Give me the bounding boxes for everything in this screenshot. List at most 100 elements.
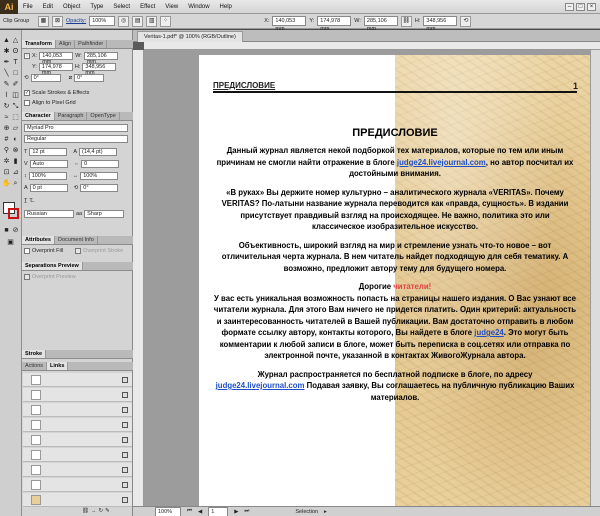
line-tool-icon[interactable]: ╲ <box>2 69 11 78</box>
horizontal-ruler[interactable] <box>144 42 600 50</box>
leading-field[interactable]: (14,4 pt) <box>79 148 118 156</box>
tab-align[interactable]: Align <box>56 40 76 48</box>
document-tab[interactable]: Veritas-1.pdf* @ 100% (RGB/Outline) <box>137 31 243 42</box>
artboard-tool-icon[interactable]: ⊡ <box>2 168 11 177</box>
perspective-grid-icon[interactable]: ▱ <box>11 124 20 133</box>
blog-link[interactable]: judge24.livejournal.com <box>216 381 305 390</box>
tab-attributes[interactable]: Attributes <box>22 236 55 244</box>
link-item[interactable] <box>23 388 132 402</box>
menu-file[interactable]: File <box>18 4 38 10</box>
align-pixel-checkbox[interactable] <box>24 100 30 106</box>
menu-type[interactable]: Type <box>85 4 108 10</box>
blog-link[interactable]: judge24 <box>474 328 503 337</box>
x-field[interactable]: 140,053 mm <box>272 16 307 32</box>
link-item[interactable] <box>23 478 132 492</box>
transform-y-field[interactable]: 174,978 mm <box>38 63 73 76</box>
direct-selection-tool-icon[interactable]: △ <box>11 36 20 45</box>
gradient-tool-icon[interactable]: ◐ <box>11 135 20 144</box>
vertical-scale-field[interactable]: 100% <box>28 172 67 180</box>
antialias-select[interactable]: Sharp <box>84 210 125 218</box>
color-mode-icon[interactable]: ■ <box>2 226 11 235</box>
fill-swatch-icon[interactable]: ⊠ <box>52 15 63 27</box>
menu-view[interactable]: View <box>160 4 183 10</box>
shear-field[interactable]: 0° <box>74 74 105 82</box>
stroke-color-icon[interactable] <box>8 208 19 219</box>
scale-tool-icon[interactable]: ⤡ <box>11 102 20 111</box>
column-graph-icon[interactable]: ▮ <box>11 157 20 166</box>
tab-pathfinder[interactable]: Pathfinder <box>75 40 108 48</box>
reference-point-icon[interactable]: ⁘ <box>24 53 30 59</box>
pen-tool-icon[interactable]: ✒ <box>2 58 11 67</box>
zoom-field[interactable]: 100% <box>155 506 181 516</box>
tab-transform[interactable]: Transform <box>22 40 56 48</box>
link-item[interactable] <box>23 448 132 462</box>
transform-h-field[interactable]: 348,956 mm <box>82 63 117 76</box>
edit-original-icon[interactable]: ✎ <box>105 508 110 514</box>
page-field[interactable]: 1 <box>208 506 229 516</box>
tab-actions[interactable]: Actions <box>22 362 48 370</box>
screen-mode-icon[interactable]: ▣ <box>6 238 15 247</box>
transform-x-field[interactable]: 140,053 mm <box>39 52 74 65</box>
overprint-stroke-checkbox[interactable] <box>75 248 82 254</box>
shape-builder-icon[interactable]: ⊕ <box>2 124 11 133</box>
tab-stroke[interactable]: Stroke <box>22 350 47 358</box>
free-transform-icon[interactable]: ⬚ <box>11 113 20 122</box>
minimize-icon[interactable]: – <box>565 2 574 11</box>
goto-link-icon[interactable]: → <box>91 508 97 514</box>
hand-tool-icon[interactable]: ✋ <box>2 179 11 188</box>
rectangle-tool-icon[interactable]: □ <box>11 69 20 78</box>
baseline-field[interactable]: 0 pt <box>29 184 68 192</box>
tab-character[interactable]: Character <box>22 112 55 120</box>
blob-brush-icon[interactable]: ⌇ <box>2 91 11 100</box>
tab-paragraph[interactable]: Paragraph <box>55 112 88 120</box>
menu-select[interactable]: Select <box>108 4 135 10</box>
mesh-tool-icon[interactable]: # <box>2 135 11 144</box>
reference-point-icon[interactable]: ⁘ <box>160 15 172 27</box>
strikethrough-icon[interactable]: T̶ <box>29 198 32 204</box>
link-icon[interactable]: ⛓ <box>400 15 412 27</box>
font-size-field[interactable]: 12 pt <box>29 148 68 156</box>
link-item[interactable] <box>23 373 132 387</box>
char-rotation-field[interactable]: 0° <box>80 184 119 192</box>
horizontal-scale-field[interactable]: 100% <box>80 172 119 180</box>
slice-tool-icon[interactable]: ⊿ <box>11 168 20 177</box>
opacity-label[interactable]: Opacity: <box>66 18 86 24</box>
warp-tool-icon[interactable]: ≈ <box>2 113 11 122</box>
w-field[interactable]: 285,106 mm <box>363 16 398 32</box>
prev-page-icon[interactable]: ◀ <box>198 509 202 515</box>
vertical-scrollbar[interactable] <box>590 50 600 506</box>
maximize-icon[interactable]: □ <box>576 2 585 11</box>
relink-icon[interactable]: ⛓ <box>82 508 89 514</box>
zoom-tool-icon[interactable]: ⌕ <box>11 179 20 188</box>
eyedropper-icon[interactable]: ⚲ <box>2 146 11 155</box>
symbol-sprayer-icon[interactable]: ✲ <box>2 157 11 166</box>
tab-links[interactable]: Links <box>47 362 69 370</box>
pencil-icon[interactable]: ✐ <box>11 80 20 89</box>
selection-tool-icon[interactable]: ▲ <box>2 36 11 45</box>
align-icon[interactable]: ▤ <box>132 15 144 27</box>
link-item[interactable] <box>23 493 132 507</box>
kerning-field[interactable]: Auto <box>29 160 68 168</box>
menu-object[interactable]: Object <box>58 4 85 10</box>
type-tool-icon[interactable]: T <box>11 58 20 67</box>
menu-help[interactable]: Help <box>215 4 237 10</box>
tab-opentype[interactable]: OpenType <box>87 112 120 120</box>
vertical-ruler[interactable] <box>133 50 144 506</box>
distribute-icon[interactable]: ▥ <box>146 15 158 27</box>
h-field[interactable]: 348,956 mm <box>423 16 458 32</box>
menu-effect[interactable]: Effect <box>135 4 160 10</box>
next-page-icon[interactable]: ▶ <box>234 509 238 515</box>
menu-window[interactable]: Window <box>183 4 214 10</box>
tab-separations-preview[interactable]: Separations Preview <box>22 262 83 270</box>
link-item[interactable] <box>23 463 132 477</box>
menu-edit[interactable]: Edit <box>38 4 58 10</box>
stroke-swatch-icon[interactable]: ▦ <box>38 15 49 27</box>
scale-strokes-checkbox[interactable]: ✓ <box>24 90 30 96</box>
paintbrush-icon[interactable]: ✎ <box>2 80 11 89</box>
font-family-select[interactable]: Myriad Pro <box>24 124 128 132</box>
first-page-icon[interactable]: ⏮ <box>187 508 192 515</box>
tab-document-info[interactable]: Document Info <box>55 236 98 244</box>
artboard-page[interactable]: ПРЕДИСЛОВИЕ 1 ПРЕДИСЛОВИЕ Данный журнал … <box>199 55 590 506</box>
update-link-icon[interactable]: ↻ <box>98 508 103 514</box>
y-field[interactable]: 174,978 mm <box>317 16 352 32</box>
